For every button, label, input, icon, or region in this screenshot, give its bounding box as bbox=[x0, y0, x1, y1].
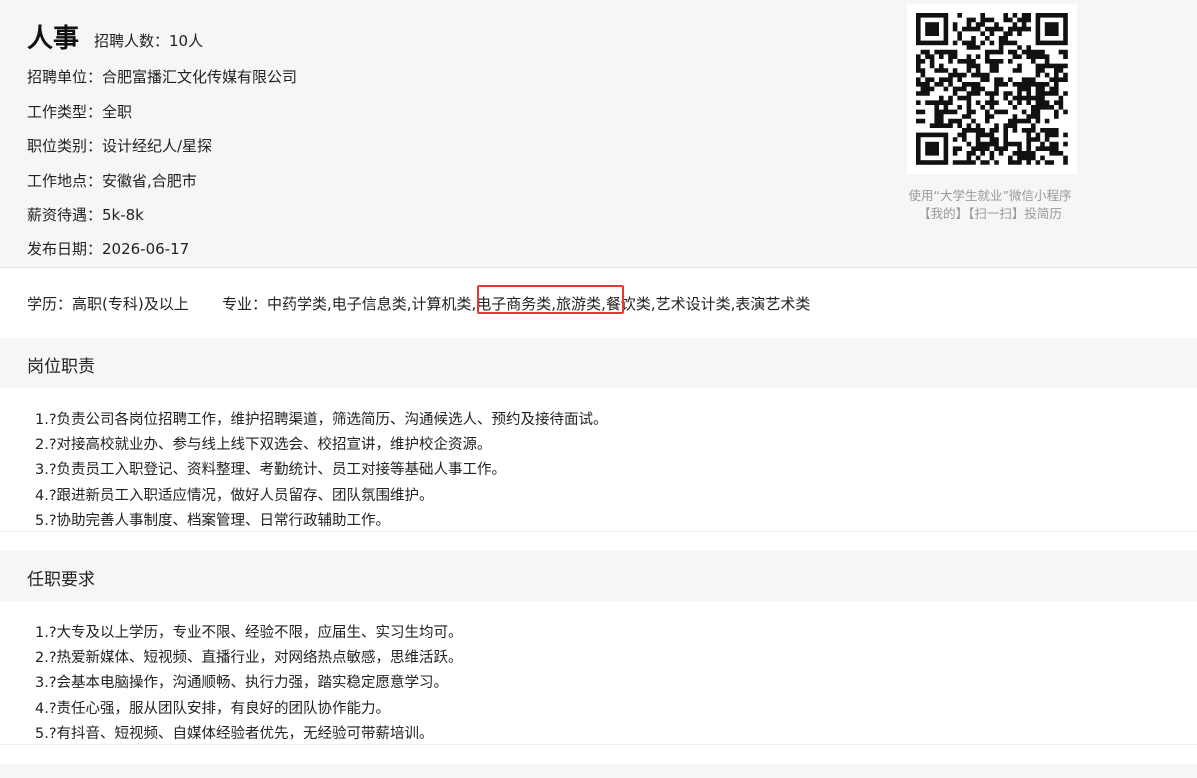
requirement-item: 2.?热爱新媒体、短视频、直播行业，对网络热点敏感，思维活跃。 bbox=[35, 650, 463, 666]
company-info: 招聘单位：合肥富播汇文化传媒有限公司 bbox=[27, 68, 298, 86]
work-location-info: 工作地点：安徽省,合肥市 bbox=[27, 172, 197, 190]
education-requirement: 学历：高职(专科)及以上 bbox=[27, 295, 189, 313]
duties-section-header: 岗位职责 bbox=[0, 338, 1197, 388]
duty-item: 5.?协助完善人事制度、档案管理、日常行政辅助工作。 bbox=[35, 513, 391, 529]
duty-item: 2.?对接高校就业办、参与线上线下双选会、校招宣讲，维护校企资源。 bbox=[35, 437, 492, 453]
qr-code bbox=[907, 4, 1077, 174]
salary-info: 薪资待遇：5k-8k bbox=[27, 206, 144, 224]
qr-code-icon bbox=[916, 13, 1068, 165]
requirements-section-title: 任职要求 bbox=[27, 570, 95, 590]
recruit-count: 招聘人数：10人 bbox=[94, 32, 204, 50]
duty-item: 1.?负责公司各岗位招聘工作，维护招聘渠道，筛选简历、沟通候选人、预约及接待面试… bbox=[35, 412, 608, 428]
duties-section-title: 岗位职责 bbox=[27, 357, 95, 377]
highlight-annotation bbox=[477, 285, 624, 314]
job-category-info: 职位类别：设计经纪人/星探 bbox=[27, 137, 213, 155]
duty-item: 3.?负责员工入职登记、资料整理、考勤统计、员工对接等基础人事工作。 bbox=[35, 462, 507, 478]
duty-item: 4.?跟进新员工入职适应情况，做好人员留存、团队氛围维护。 bbox=[35, 488, 434, 504]
page-bottom-band bbox=[0, 764, 1197, 778]
requirement-item: 4.?责任心强，服从团队安排，有良好的团队协作能力。 bbox=[35, 701, 391, 717]
requirement-item: 1.?大专及以上学历，专业不限、经验不限，应届生、实习生均可。 bbox=[35, 625, 463, 641]
qr-hint-line1: 使用“大学生就业”微信小程序 bbox=[908, 188, 1072, 203]
job-title: 人事 bbox=[27, 24, 80, 54]
qr-hint-line2: 【我的】【扫一扫】投简历 bbox=[918, 206, 1062, 221]
requirement-item: 5.?有抖音、短视频、自媒体经验者优先，无经验可带薪培训。 bbox=[35, 726, 434, 742]
duties-section-body: 1.?负责公司各岗位招聘工作，维护招聘渠道，筛选简历、沟通候选人、预约及接待面试… bbox=[0, 388, 1197, 532]
requirements-section-body: 1.?大专及以上学历，专业不限、经验不限，应届生、实习生均可。 2.?热爱新媒体… bbox=[0, 601, 1197, 745]
requirements-section-header: 任职要求 bbox=[0, 551, 1197, 601]
job-type-info: 工作类型：全职 bbox=[27, 103, 133, 121]
publish-date-info: 发布日期：2026-06-17 bbox=[27, 240, 190, 258]
requirement-item: 3.?会基本电脑操作，沟通顺畅、执行力强，踏实稳定愿意学习。 bbox=[35, 675, 449, 691]
